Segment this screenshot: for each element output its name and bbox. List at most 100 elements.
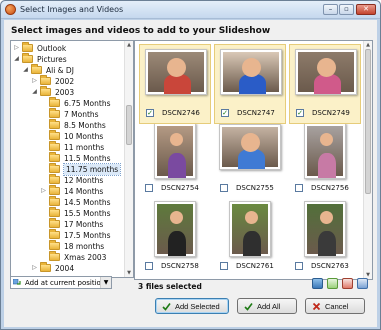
photo-tile[interactable]: ✓ DSCN2749 <box>289 44 361 124</box>
tree-item[interactable]: 17.5 Months <box>11 229 125 241</box>
photo-tile[interactable]: ✓ DSCN2746 <box>139 44 211 124</box>
tree-item[interactable]: Xmas 2003 <box>11 251 125 263</box>
scroll-thumb[interactable] <box>126 105 132 145</box>
close-icon[interactable]: ✕ <box>356 4 376 15</box>
expand-arrow-open-icon[interactable]: ◢ <box>13 55 20 62</box>
minimize-icon[interactable]: – <box>323 4 338 15</box>
tree-item[interactable]: 6.75 Months <box>11 97 125 109</box>
folder-icon <box>49 108 60 118</box>
tree-item-label: 8.5 Months <box>64 121 106 130</box>
tree-item[interactable]: ▷ 14 Months <box>11 185 125 197</box>
tree-item[interactable]: 17 Months <box>11 218 125 230</box>
insert-position-value: Add at current position <box>25 279 106 287</box>
scroll-up-icon[interactable]: ▲ <box>125 41 133 49</box>
tree-item[interactable]: ▷ 2004 <box>11 262 125 274</box>
photo-tile[interactable]: DSCN2755 <box>214 120 286 200</box>
tree-item[interactable]: 8.5 Months <box>11 119 125 131</box>
expand-arrow-icon[interactable]: ▷ <box>31 264 38 271</box>
insert-position-icon <box>13 279 21 285</box>
photo-thumbnail[interactable] <box>154 201 196 257</box>
tree-scrollbar[interactable]: ▲ ▼ <box>124 41 133 277</box>
tree-item-label: 7 Months <box>64 110 99 119</box>
tree-item-label: 10 Months <box>64 132 104 141</box>
folder-icon <box>40 75 51 85</box>
folder-tree[interactable]: ▷ 2004 Xmas 2003 18 months 17.5 Months 17 Mon… <box>10 40 134 278</box>
scroll-up-icon[interactable]: ▲ <box>364 41 372 49</box>
photo-thumbnail[interactable] <box>220 49 282 95</box>
add-selected-button[interactable]: Add Selected <box>155 298 229 314</box>
photo-thumbnail[interactable] <box>304 201 346 257</box>
photo-checkbox[interactable]: ✓ <box>221 109 229 117</box>
tree-item[interactable]: ◢ Pictures <box>11 53 125 65</box>
tree-item[interactable]: 18 months <box>11 240 125 252</box>
folder-icon <box>49 185 60 195</box>
scroll-down-icon[interactable]: ▼ <box>125 269 133 277</box>
cancel-button[interactable]: Cancel <box>305 298 365 314</box>
photo-thumbnail[interactable] <box>145 49 207 95</box>
tree-item[interactable]: ◢ 2003 <box>11 86 125 98</box>
photo-thumbnail[interactable] <box>154 123 196 179</box>
photo-grid[interactable]: DSCN2763 DSCN2761 DSCN2758 DSCN2756 DSCN2755… <box>134 40 373 280</box>
photo-tile[interactable]: DSCN2761 <box>214 198 286 278</box>
photo-filename: DSCN2761 <box>236 262 274 270</box>
tree-item-label: Pictures <box>37 55 67 64</box>
chevron-down-icon[interactable]: ▼ <box>100 277 111 288</box>
photo-tile[interactable]: DSCN2756 <box>289 120 361 200</box>
photo-thumbnail[interactable] <box>295 49 357 95</box>
add-all-button[interactable]: Add All <box>237 298 297 314</box>
folder-icon <box>49 207 60 217</box>
tree-item-label: 2002 <box>55 77 75 86</box>
photo-thumbnail[interactable] <box>219 124 281 170</box>
folder-icon <box>22 42 33 52</box>
photo-filename: DSCN2758 <box>161 262 199 270</box>
tree-item[interactable]: ▷ Outlook <box>11 42 125 54</box>
photo-checkbox[interactable] <box>295 262 303 270</box>
tree-item-label: Ali & DJ <box>46 66 74 75</box>
photo-checkbox[interactable]: ✓ <box>146 109 154 117</box>
tree-item[interactable]: 12 Months <box>11 174 125 186</box>
folder-icon <box>49 218 60 228</box>
title-bar[interactable]: Select Images and Videos – ▫ ✕ <box>1 1 380 19</box>
photo-tile[interactable]: ✓ DSCN2747 <box>214 44 286 124</box>
scroll-thumb[interactable] <box>365 49 371 194</box>
folder-icon <box>49 196 60 206</box>
tree-item-label: 17 Months <box>64 220 104 229</box>
insert-position-dropdown[interactable]: Add at current position ▼ <box>10 276 112 289</box>
photo-tile[interactable]: DSCN2763 <box>289 198 361 278</box>
photo-filename: DSCN2763 <box>311 262 349 270</box>
expand-arrow-open-icon[interactable]: ◢ <box>22 66 29 73</box>
expand-arrow-icon[interactable]: ▷ <box>13 44 20 51</box>
folder-icon <box>49 174 60 184</box>
tree-item[interactable]: 7 Months <box>11 108 125 120</box>
photo-checkbox[interactable] <box>145 184 153 192</box>
tree-item[interactable]: 14.5 Months <box>11 196 125 208</box>
picture-icon[interactable] <box>312 278 323 289</box>
tree-item[interactable]: 11.75 months <box>11 163 125 176</box>
tree-item[interactable]: 15.5 Months <box>11 207 125 219</box>
view-options-icon[interactable] <box>357 278 368 289</box>
photo-tile[interactable]: DSCN2754 <box>139 120 211 200</box>
photo-checkbox[interactable] <box>220 184 228 192</box>
folder-icon <box>49 229 60 239</box>
expand-arrow-icon[interactable]: ▷ <box>40 187 47 194</box>
photo-thumbnail[interactable] <box>229 201 271 257</box>
tree-item[interactable]: ◢ Ali & DJ <box>11 64 125 76</box>
photo-checkbox[interactable] <box>295 184 303 192</box>
tree-item[interactable]: ▷ 2002 <box>11 75 125 87</box>
photo-checkbox[interactable] <box>220 262 228 270</box>
photo-checkbox[interactable]: ✓ <box>296 109 304 117</box>
select-all-icon[interactable] <box>327 278 338 289</box>
checkmark-icon <box>162 303 171 311</box>
tree-item[interactable]: 11.5 Months <box>11 152 125 164</box>
expand-arrow-icon[interactable]: ▷ <box>31 77 38 84</box>
maximize-icon[interactable]: ▫ <box>339 4 354 15</box>
tree-item[interactable]: 10 Months <box>11 130 125 142</box>
photo-checkbox[interactable] <box>145 262 153 270</box>
grid-scrollbar[interactable]: ▲ ▼ <box>363 41 372 279</box>
expand-arrow-open-icon[interactable]: ◢ <box>31 88 38 95</box>
photo-tile[interactable]: DSCN2758 <box>139 198 211 278</box>
photo-filename: DSCN2754 <box>161 184 199 192</box>
deselect-icon[interactable] <box>342 278 353 289</box>
tree-item[interactable]: 11 months <box>11 141 125 153</box>
photo-thumbnail[interactable] <box>304 123 346 179</box>
